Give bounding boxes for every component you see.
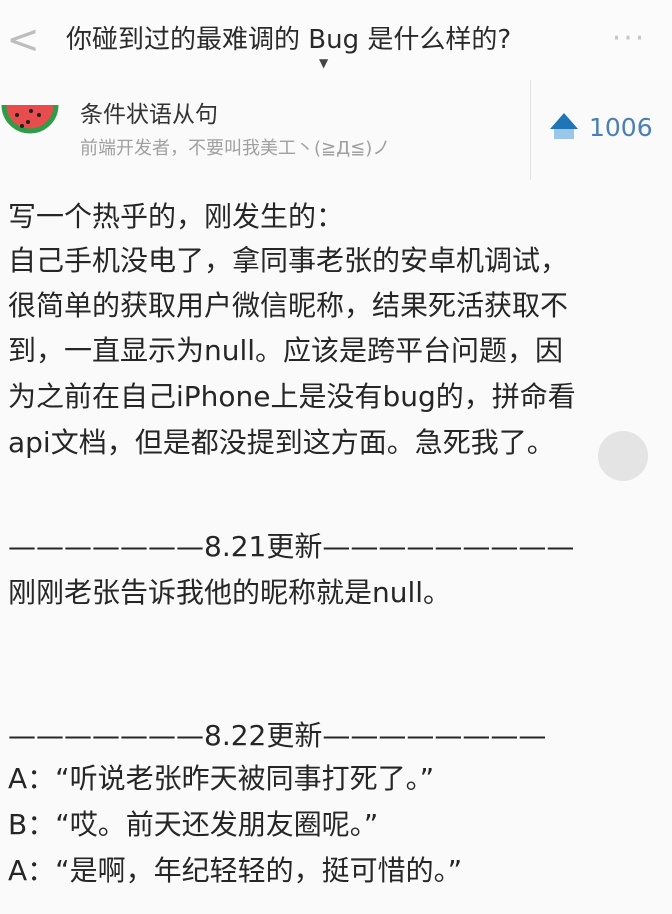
- answer-page: < 你碰到过的最难调的 Bug 是什么样的? ▼ ··· 条件状语从句 前端开发…: [0, 0, 672, 914]
- question-title[interactable]: 你碰到过的最难调的 Bug 是什么样的?: [66, 22, 511, 58]
- paragraph-line: api文档，但是都没提到这方面。急死我了。: [8, 426, 555, 459]
- paragraph-line: 写一个热乎的，刚发生的：: [8, 200, 345, 233]
- update-divider-8-22: ———————8.22更新————————: [8, 719, 547, 752]
- vote-count: 1006: [589, 113, 653, 142]
- watermelon-flesh: [4, 105, 56, 131]
- back-icon[interactable]: <: [6, 18, 40, 62]
- watermelon-seed: [37, 113, 41, 117]
- paragraph-line: 到，一直显示为null。应该是跨平台问题，因: [8, 334, 564, 367]
- dialog-line: A：“听说老张昨天被同事打死了。”: [8, 762, 435, 795]
- watermelon-avatar-svg: [1, 104, 59, 134]
- answer-content: 写一个热乎的，刚发生的： 自己手机没电了，拿同事老张的安卓机调试， 很简单的获取…: [0, 180, 672, 914]
- update-divider-8-21: ———————8.21更新—————————: [8, 530, 575, 563]
- watermelon-icon[interactable]: [0, 95, 60, 147]
- paragraph-line: 为之前在自己iPhone上是没有bug的，拼命看: [8, 380, 576, 413]
- paragraph-line: 很简单的获取用户微信昵称，结果死活获取不: [8, 289, 569, 322]
- dialog-line: B：“哎。前天还发朋友圈呢。”: [8, 808, 379, 841]
- more-options-icon[interactable]: ···: [604, 24, 654, 54]
- author-bio: 前端开发者，不要叫我美工丶(≧Д≦)ノ: [80, 138, 391, 159]
- author-name[interactable]: 条件状语从句: [80, 100, 218, 130]
- watermelon-seed: [26, 120, 30, 124]
- watermelon-seed: [15, 113, 19, 117]
- dialog-line: A：“是啊，年纪轻轻的，挺可惜的。”: [8, 854, 463, 887]
- update-text-8-21: 刚刚老张告诉我他的昵称就是null。: [8, 576, 452, 609]
- top-nav-bar: < 你碰到过的最难调的 Bug 是什么样的? ▼ ···: [0, 0, 672, 81]
- chevron-down-icon[interactable]: ▼: [319, 56, 328, 70]
- paragraph-line: 自己手机没电了，拿同事老张的安卓机调试，: [8, 244, 569, 277]
- watermelon-seed: [29, 109, 33, 113]
- author-row: 条件状语从句 前端开发者，不要叫我美工丶(≧Д≦)ノ 1006: [0, 80, 672, 180]
- up-arrow-icon: [550, 113, 578, 139]
- upvote-button[interactable]: 1006: [530, 80, 672, 180]
- watermelon-seed: [20, 124, 24, 128]
- floating-action-button[interactable]: [598, 431, 648, 481]
